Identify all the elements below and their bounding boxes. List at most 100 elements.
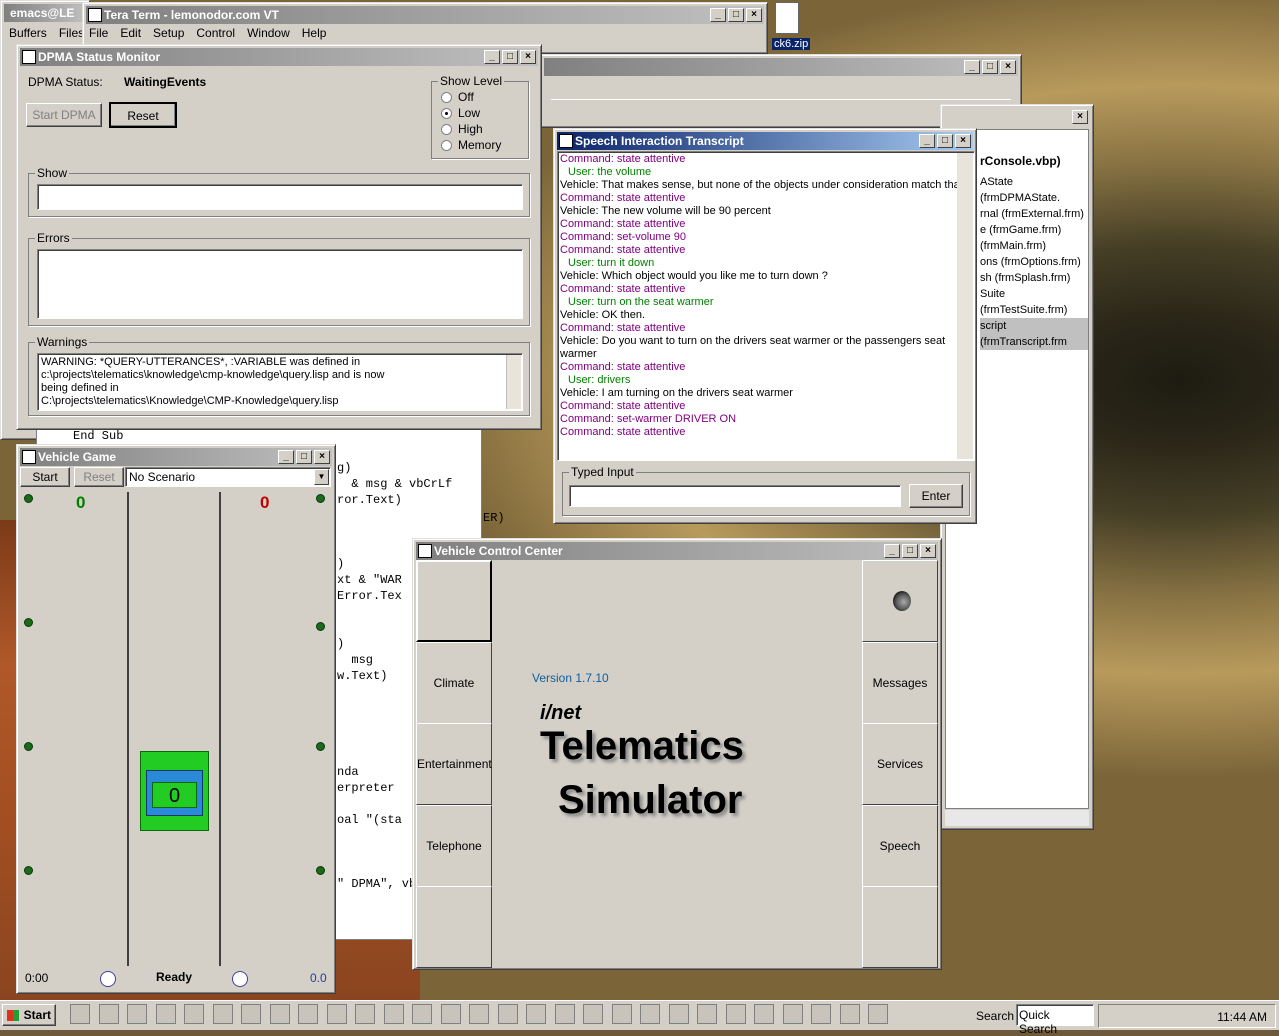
horizontal-scrollbar[interactable] [945, 810, 1089, 826]
taskbar-app-icon[interactable] [868, 1004, 888, 1024]
taskbar-app-icon[interactable] [839, 1004, 860, 1024]
tera-menu-file[interactable]: File [89, 26, 108, 40]
taskbar-app-icon[interactable] [241, 1004, 261, 1024]
level-off-radio[interactable] [441, 92, 452, 103]
vcc-right-blank-button[interactable] [862, 886, 938, 968]
transcript-scrollbar[interactable] [957, 153, 973, 459]
typed-input-field[interactable] [569, 485, 901, 507]
emacs-titlebar[interactable]: emacs@LE [4, 4, 86, 22]
project-item[interactable]: AState (frmDPMAState. [980, 174, 1088, 206]
minimize-button[interactable]: _ [484, 50, 500, 64]
start-dpma-button[interactable]: Start DPMA [26, 103, 102, 127]
transcript-titlebar[interactable]: Speech Interaction Transcript _ □ × [557, 132, 973, 150]
game-reset-button[interactable]: Reset [74, 467, 124, 487]
close-button[interactable]: × [520, 50, 536, 64]
taskbar-app-icon[interactable] [554, 1004, 575, 1024]
transcript-log[interactable]: Command: state attentive User: the volume… [557, 151, 975, 461]
tera-menu-control[interactable]: Control [196, 26, 235, 40]
show-field[interactable] [37, 184, 523, 210]
taskbar-app-icon[interactable] [98, 1004, 119, 1024]
project-item[interactable]: sh (frmSplash.frm) [980, 270, 1088, 286]
scenario-select[interactable]: No Scenario ▼ [125, 467, 331, 487]
warnings-scrollbar[interactable] [506, 355, 521, 409]
tera-menu-help[interactable]: Help [302, 26, 327, 40]
entertainment-button[interactable]: Entertainment [416, 723, 492, 805]
services-button[interactable]: Services [862, 723, 938, 805]
enter-button[interactable]: Enter [909, 484, 963, 508]
telephone-button[interactable]: Telephone [416, 805, 492, 887]
start-button[interactable]: Start [2, 1004, 56, 1026]
minimize-button[interactable]: _ [884, 544, 900, 558]
taskbar-app-icon[interactable] [611, 1004, 632, 1024]
dpma-status-window[interactable]: DPMA Status Monitor _ □ × DPMA Status: W… [16, 44, 542, 430]
close-button[interactable]: × [920, 544, 936, 558]
project-item[interactable]: Suite (frmTestSuite.frm) [980, 286, 1088, 318]
project-item[interactable]: (frmMain.frm) [980, 238, 1088, 254]
emacs-menu-files[interactable]: Files [59, 26, 84, 40]
level-low-label[interactable]: Low [458, 106, 480, 120]
zip-file-label[interactable]: ck6.zip [772, 38, 811, 50]
maximize-button[interactable]: □ [902, 544, 918, 558]
minimize-button[interactable]: _ [710, 8, 726, 22]
dpma-titlebar[interactable]: DPMA Status Monitor _ □ × [20, 48, 538, 66]
taskbar-app-icon[interactable] [440, 1004, 461, 1024]
taskbar-app-icon[interactable] [782, 1004, 803, 1024]
maximize-button[interactable]: □ [502, 50, 518, 64]
taskbar-app-icon[interactable] [754, 1004, 774, 1024]
project-item[interactable]: rnal (frmExternal.frm) [980, 206, 1088, 222]
taskbar-app-icon[interactable] [383, 1004, 404, 1024]
taskbar-app-icon[interactable] [326, 1004, 347, 1024]
taskbar-app-icon[interactable] [355, 1004, 375, 1024]
driver-avatar-button[interactable] [862, 560, 938, 642]
project-item[interactable]: e (frmGame.frm) [980, 222, 1088, 238]
maximize-button[interactable]: □ [296, 450, 312, 464]
tera-menu-edit[interactable]: Edit [120, 26, 141, 40]
close-button[interactable]: × [314, 450, 330, 464]
transcript-window[interactable]: Speech Interaction Transcript _ □ × Comm… [553, 128, 977, 524]
clock[interactable]: 11:44 AM [1217, 1010, 1267, 1024]
quick-search-field[interactable]: Quick Search [1016, 1004, 1094, 1036]
vehicle-game-titlebar[interactable]: Vehicle Game _ □ × [20, 448, 332, 466]
taskbar-app-icon[interactable] [298, 1004, 318, 1024]
tera-menu-window[interactable]: Window [247, 26, 290, 40]
close-button[interactable]: × [746, 8, 762, 22]
project-explorer-titlebar[interactable]: × [944, 108, 1090, 126]
minimize-button[interactable]: _ [964, 60, 980, 74]
taskbar-app-icon[interactable] [697, 1004, 717, 1024]
tera-menu-setup[interactable]: Setup [153, 26, 184, 40]
warnings-field[interactable]: WARNING: *QUERY-UTTERANCES*, :VARIABLE w… [37, 353, 523, 411]
taskbar-app-icon[interactable] [497, 1004, 518, 1024]
maximize-button[interactable]: □ [982, 60, 998, 74]
level-memory-label[interactable]: Memory [458, 138, 501, 152]
level-high-label[interactable]: High [458, 122, 483, 136]
vcc-home-button[interactable] [416, 560, 492, 642]
vcc-left-blank-button[interactable] [416, 886, 492, 968]
project-item[interactable]: ons (frmOptions.frm) [980, 254, 1088, 270]
taskbar-app-icon[interactable] [70, 1004, 90, 1024]
tera-term-titlebar[interactable]: Tera Term - lemonodor.com VT _ □ × [86, 6, 764, 24]
taskbar-app-icon[interactable] [155, 1004, 176, 1024]
level-low-radio[interactable] [441, 108, 452, 119]
game-start-button[interactable]: Start [20, 467, 70, 487]
taskbar-app-icon[interactable] [469, 1004, 489, 1024]
taskbar-app-icon[interactable] [725, 1004, 746, 1024]
project-root[interactable]: rConsole.vbp) [980, 154, 1088, 168]
project-item[interactable]: script (frmTranscript.frm [980, 318, 1088, 350]
level-off-label[interactable]: Off [458, 90, 474, 104]
taskbar-app-icon[interactable] [184, 1004, 204, 1024]
emacs-menu-buffers[interactable]: Buffers [9, 26, 47, 40]
level-high-radio[interactable] [441, 124, 452, 135]
taskbar-app-icon[interactable] [212, 1004, 233, 1024]
close-button[interactable]: × [1000, 60, 1016, 74]
chevron-down-icon[interactable]: ▼ [314, 469, 329, 485]
taskbar-app-icon[interactable] [668, 1004, 689, 1024]
taskbar-app-icon[interactable] [127, 1004, 147, 1024]
level-memory-radio[interactable] [441, 140, 452, 151]
taskbar-app-icon[interactable] [583, 1004, 603, 1024]
taskbar-app-icon[interactable] [640, 1004, 660, 1024]
vcc-titlebar[interactable]: Vehicle Control Center _ □ × [416, 542, 938, 560]
player-car[interactable]: 0 [140, 751, 209, 831]
taskbar-app-icon[interactable] [811, 1004, 831, 1024]
close-button[interactable]: × [955, 134, 971, 148]
close-button[interactable]: × [1072, 110, 1088, 124]
